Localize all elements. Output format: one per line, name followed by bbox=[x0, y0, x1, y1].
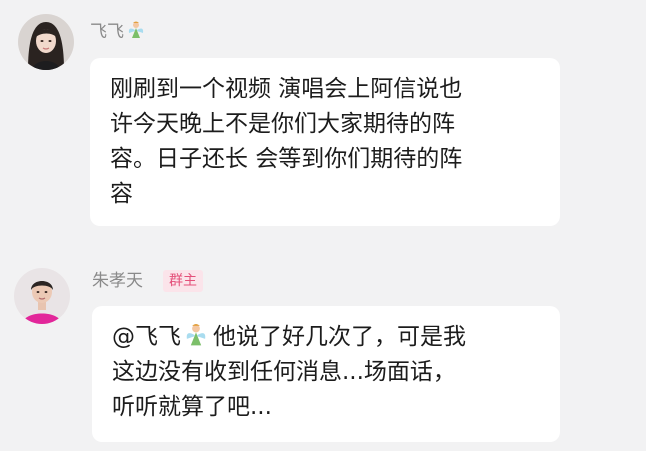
sender-name[interactable]: 朱孝天 bbox=[92, 270, 143, 292]
group-owner-badge: 群主 bbox=[163, 270, 203, 292]
message-line: 容 bbox=[110, 181, 133, 207]
message-line: @飞飞 他说了好几次了，可是我 bbox=[112, 320, 540, 355]
sender-name-text: 朱孝天 bbox=[92, 271, 143, 291]
sender-avatar-zhuxiaotian[interactable] bbox=[14, 268, 70, 324]
sender-name[interactable]: 飞飞 bbox=[90, 20, 146, 43]
male-user-avatar-icon bbox=[14, 268, 70, 324]
message-bubble[interactable]: 刚刷到一个视频 演唱会上阿信说也 许今天晚上不是你们大家期待的阵 容。日子还长 … bbox=[90, 58, 560, 226]
sender-name-text: 飞飞 bbox=[90, 22, 124, 42]
message-text: 他说了好几次了，可是我 bbox=[213, 324, 466, 350]
fairy-emoji-icon bbox=[183, 322, 209, 348]
message-bubble[interactable]: @飞飞 他说了好几次了，可是我 这边没有收到任何消息...场面话， 听听就算了吧… bbox=[92, 306, 560, 442]
message-line: 许今天晚上不是你们大家期待的阵 bbox=[110, 111, 455, 137]
message-line: 容。日子还长 会等到你们期待的阵 bbox=[110, 146, 463, 172]
fairy-emoji-icon bbox=[126, 20, 146, 40]
message-line: 这边没有收到任何消息...场面话， bbox=[112, 359, 456, 385]
mention-link[interactable]: @飞飞 bbox=[112, 324, 181, 350]
message-line: 刚刷到一个视频 演唱会上阿信说也 bbox=[110, 76, 463, 102]
message-line: 听听就算了吧... bbox=[112, 394, 272, 420]
female-user-avatar-icon bbox=[18, 14, 74, 70]
sender-avatar-feifei[interactable] bbox=[18, 14, 74, 70]
